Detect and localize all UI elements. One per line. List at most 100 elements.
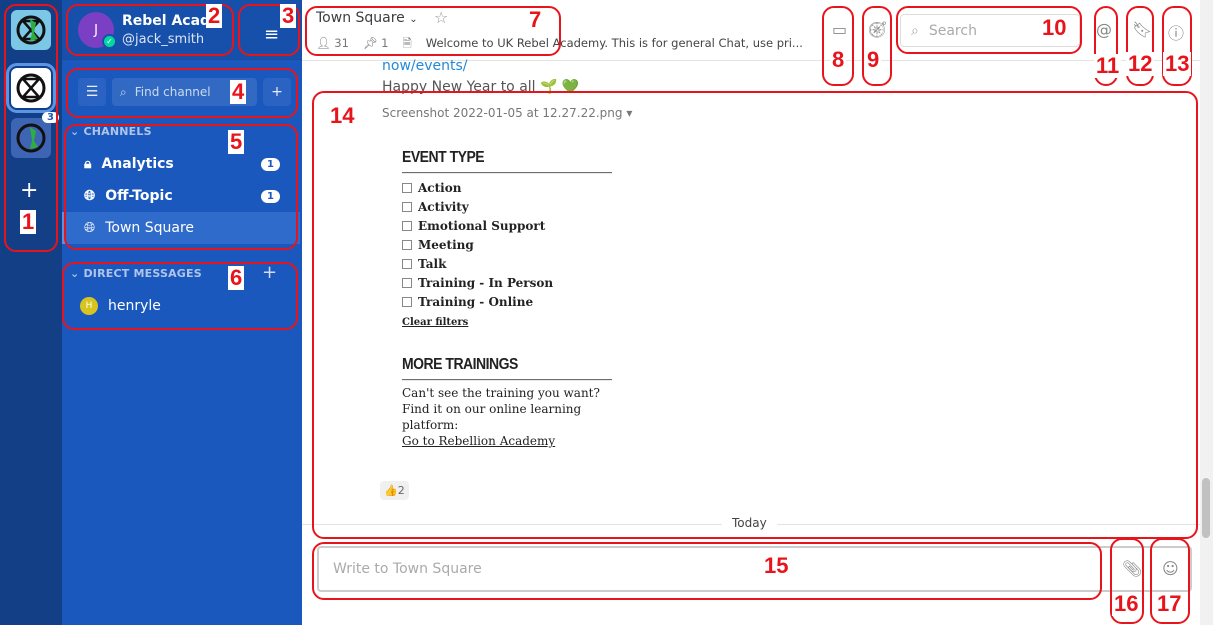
favorite-star-icon[interactable]: ☆ [434, 8, 448, 27]
globe-icon: 🌐︎ [84, 220, 96, 236]
date-label: Today [722, 516, 777, 530]
saved-bookmark-icon[interactable]: 🔖︎ [1132, 20, 1152, 39]
trainings-text: Can't see the training you want? Find it… [402, 386, 600, 432]
annotation-number: 15 [762, 553, 791, 578]
find-channel-row: ☰ ⌕ Find channel + [78, 78, 291, 106]
annotation-number: 1 [20, 209, 37, 234]
team-icon-1[interactable] [11, 10, 51, 50]
checkbox-icon [402, 201, 412, 212]
file-icon[interactable]: 🗎 [403, 36, 412, 55]
compass-icon[interactable]: 🧭︎ [867, 20, 887, 39]
xr-logo-icon [16, 73, 46, 103]
dm-label: henryle [108, 298, 161, 314]
annotation-number: 3 [280, 3, 297, 28]
more-trainings-heading: MORE TRAININGS [402, 355, 612, 381]
main-menu-button[interactable]: ≡ [264, 24, 279, 45]
attachment-filename[interactable]: Screenshot 2022-01-05 at 12.27.22.png ▾ [382, 106, 632, 120]
thumbs-up-icon: 👍 [384, 484, 398, 497]
filename: Screenshot 2022-01-05 at 12.27.22.png [382, 106, 623, 120]
message-text: Happy New Year to all 🌱 💚 [382, 79, 580, 95]
search-placeholder: Search [928, 23, 977, 39]
message-link[interactable]: now/events/ [382, 58, 468, 74]
channel-name-button[interactable]: Town Square ⌄ [316, 10, 418, 26]
reaction-thumbs-up[interactable]: 👍2 [380, 481, 409, 500]
help-icon[interactable]: ⓘ [1168, 20, 1184, 44]
video-call-icon[interactable]: ▭ [832, 20, 847, 39]
dm-section-header[interactable]: ⌄ DIRECT MESSAGES [70, 267, 202, 280]
event-option: Activity [402, 197, 612, 216]
attachment-image[interactable]: EVENT TYPE Action Activity Emotional Suppo… [402, 148, 612, 449]
checkbox-icon [402, 296, 412, 307]
academy-link: Go to Rebellion Academy [402, 434, 556, 448]
annotation-number: 14 [328, 103, 357, 128]
channel-meta: 👤︎ 31 📌︎ 1 🗎 Welcome to UK Rebel Academy… [316, 36, 803, 55]
channels-section-header[interactable]: ⌄ CHANNELS [70, 125, 152, 138]
team-name[interactable]: Rebel Academy [122, 13, 207, 29]
option-label: Training - In Person [418, 275, 554, 290]
dm-item-henryle[interactable]: Hhenryle [62, 290, 300, 322]
caret-down-icon: ▾ [626, 106, 633, 120]
pinned-count: 1 [381, 36, 389, 50]
filter-icon: ☰ [85, 84, 99, 100]
sidebar-item-analytics[interactable]: 🔒︎ Analytics 1 [62, 148, 300, 180]
scrollbar[interactable] [1200, 0, 1213, 625]
filter-button[interactable]: ☰ [78, 78, 106, 106]
add-dm-button[interactable]: + [262, 262, 277, 283]
scrollbar-thumb[interactable] [1202, 478, 1210, 538]
team-icon-3[interactable]: 3 [11, 112, 59, 158]
members-button[interactable]: 👤︎ 31 [316, 36, 349, 55]
checkbox-icon [402, 220, 412, 231]
date-separator: Today [302, 516, 1200, 530]
unread-badge: 1 [261, 157, 280, 171]
online-status-icon: ✓ [102, 34, 117, 49]
annotation-number: 8 [830, 47, 847, 72]
sidebar-item-town-square[interactable]: 🌐︎ Town Square [62, 212, 300, 244]
emoji-icon[interactable]: ☺ [1162, 559, 1179, 578]
option-label: Meeting [418, 237, 474, 252]
globe-icon: 🌐︎ [84, 188, 96, 204]
dm-header-label: DIRECT MESSAGES [83, 267, 202, 280]
annotation-number: 16 [1112, 591, 1141, 616]
mentions-icon[interactable]: @ [1096, 20, 1112, 39]
event-option: Meeting [402, 235, 612, 254]
channel-name: Town Square [316, 10, 405, 26]
event-option: Action [402, 178, 612, 197]
annotation-number: 17 [1155, 591, 1184, 616]
annotation-number: 4 [230, 79, 247, 104]
option-label: Action [418, 180, 462, 195]
plus-icon: + [271, 84, 283, 100]
avatar-initial: J [94, 22, 98, 38]
option-label: Training - Online [418, 294, 534, 309]
annotation-number: 11 [1094, 53, 1122, 78]
event-option: Training - Online [402, 292, 612, 311]
channels-header-label: CHANNELS [83, 125, 152, 138]
annotation-number: 5 [228, 129, 245, 154]
checkbox-icon [402, 182, 412, 193]
checkbox-icon [402, 258, 412, 269]
xr-logo-icon [16, 123, 46, 153]
add-team-button[interactable]: + [20, 178, 38, 203]
input-placeholder: Write to Town Square [333, 561, 482, 577]
option-label: Activity [418, 199, 469, 214]
event-type-heading: EVENT TYPE [402, 148, 612, 174]
annotation-number: 13 [1163, 51, 1192, 76]
reaction-count: 2 [397, 484, 405, 497]
team-icon-2[interactable] [6, 63, 56, 113]
avatar-initial: H [85, 301, 93, 311]
message-list: now/events/ Happy New Year to all 🌱 💚 Sc… [302, 58, 1200, 531]
add-channel-button[interactable]: + [263, 78, 291, 106]
avatar: H [80, 297, 98, 315]
clear-filters: Clear filters [402, 317, 469, 328]
attachment-paperclip-icon[interactable]: 📎︎ [1122, 559, 1142, 578]
lock-icon: 🔒︎ [84, 156, 92, 172]
search-icon: ⌕ [120, 84, 127, 99]
sidebar-item-off-topic[interactable]: 🌐︎ Off-Topic 1 [62, 180, 300, 212]
message-input[interactable]: Write to Town Square [317, 546, 1192, 592]
sidebar-header: J ✓ Rebel Academy @jack_smith ≡ [62, 0, 302, 60]
member-count: 31 [334, 36, 349, 50]
pinned-button[interactable]: 📌︎ 1 [363, 36, 389, 55]
search-icon: ⌕ [911, 23, 919, 39]
option-label: Emotional Support [418, 218, 546, 233]
annotation-number: 9 [865, 47, 882, 72]
channel-label: Town Square [105, 220, 195, 236]
